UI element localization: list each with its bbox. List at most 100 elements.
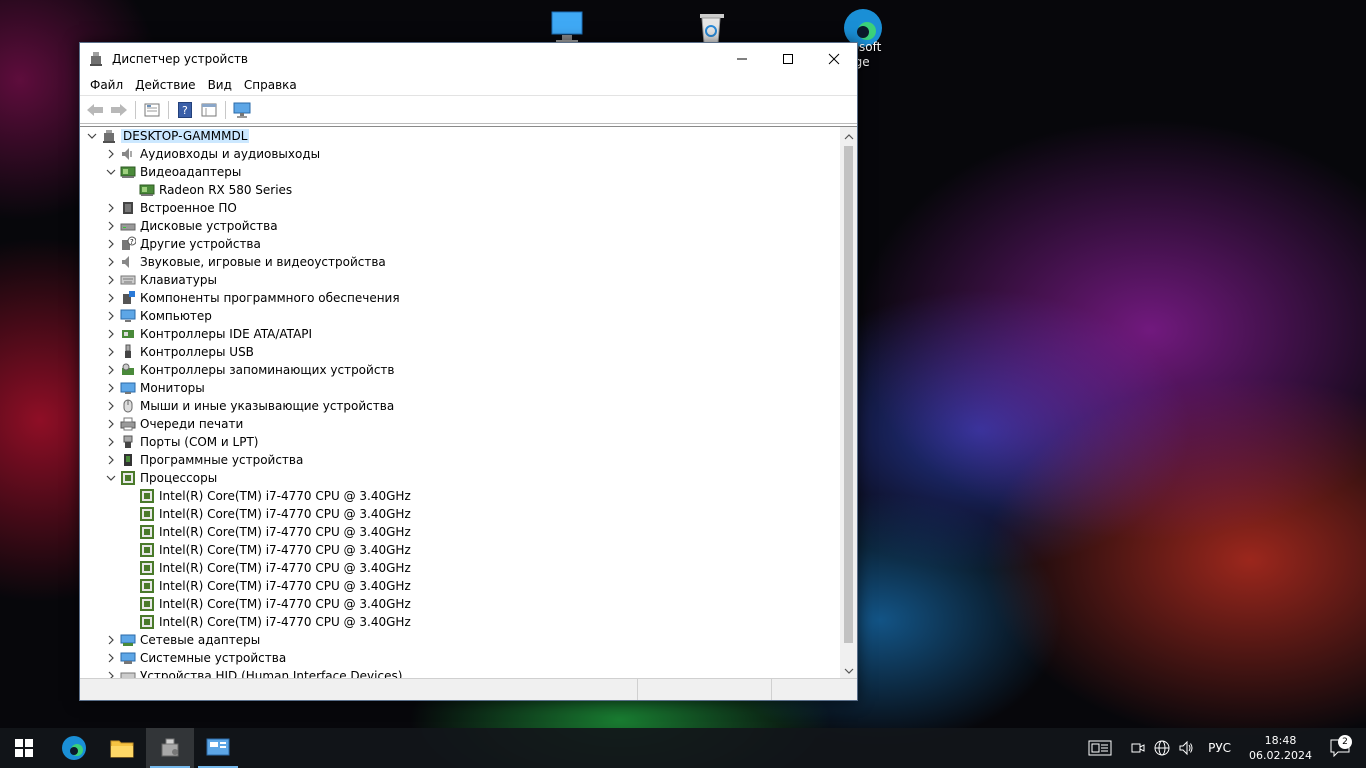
- action-center-button[interactable]: 2: [1320, 735, 1360, 757]
- tree-category[interactable]: Клавиатуры: [80, 271, 840, 289]
- tree-device[interactable]: Intel(R) Core(TM) i7-4770 CPU @ 3.40GHz: [80, 505, 840, 523]
- chevron-down-icon[interactable]: [105, 469, 117, 487]
- chevron-right-icon[interactable]: [105, 235, 117, 253]
- chevron-right-icon[interactable]: [105, 649, 117, 667]
- system-device-icon: [120, 650, 136, 666]
- tree-device[interactable]: Intel(R) Core(TM) i7-4770 CPU @ 3.40GHz: [80, 559, 840, 577]
- display-adapter-icon: [120, 164, 136, 180]
- taskbar-edge[interactable]: [50, 728, 98, 768]
- scroll-down-button[interactable]: [840, 662, 857, 679]
- view-button[interactable]: [198, 99, 220, 121]
- scrollbar-thumb[interactable]: [844, 146, 853, 643]
- forward-button[interactable]: [108, 99, 130, 121]
- chevron-right-icon[interactable]: [105, 397, 117, 415]
- tree-category[interactable]: Контроллеры запоминающих устройств: [80, 361, 840, 379]
- menu-action[interactable]: Действие: [129, 78, 201, 92]
- device-manager-window: Диспетчер устройств Файл Действие Вид Сп…: [79, 42, 858, 701]
- close-button[interactable]: [811, 43, 857, 74]
- processor-icon: [139, 506, 155, 522]
- chevron-right-icon[interactable]: [105, 343, 117, 361]
- tree-category[interactable]: Контроллеры USB: [80, 343, 840, 361]
- scan-hardware-button[interactable]: [231, 99, 253, 121]
- desktop-icon-recycle-bin[interactable]: [673, 6, 749, 46]
- tree-category[interactable]: Процессоры: [80, 469, 840, 487]
- tree-category[interactable]: Порты (COM и LPT): [80, 433, 840, 451]
- properties-button[interactable]: [141, 99, 163, 121]
- minimize-icon: [737, 58, 747, 59]
- chevron-down-icon[interactable]: [86, 127, 98, 145]
- tree-device[interactable]: Intel(R) Core(TM) i7-4770 CPU @ 3.40GHz: [80, 595, 840, 613]
- port-icon: [120, 434, 136, 450]
- device-manager-icon: [161, 738, 179, 757]
- tree-device[interactable]: Intel(R) Core(TM) i7-4770 CPU @ 3.40GHz: [80, 577, 840, 595]
- volume-button[interactable]: [1174, 740, 1198, 756]
- chevron-right-icon[interactable]: [105, 379, 117, 397]
- chevron-right-icon[interactable]: [105, 433, 117, 451]
- tree-category[interactable]: Аудиовходы и аудиовыходы: [80, 145, 840, 163]
- tree-category[interactable]: Программные устройства: [80, 451, 840, 469]
- tree-device[interactable]: Intel(R) Core(TM) i7-4770 CPU @ 3.40GHz: [80, 487, 840, 505]
- tree-category[interactable]: Контроллеры IDE ATA/ATAPI: [80, 325, 840, 343]
- taskbar-file-explorer[interactable]: [98, 728, 146, 768]
- network-button[interactable]: [1150, 740, 1174, 756]
- chevron-right-icon[interactable]: [105, 415, 117, 433]
- tree-category[interactable]: Звуковые, игровые и видеоустройства: [80, 253, 840, 271]
- chevron-right-icon[interactable]: [105, 289, 117, 307]
- tree-device[interactable]: Radeon RX 580 Series: [80, 181, 840, 199]
- chevron-right-icon[interactable]: [105, 217, 117, 235]
- clock[interactable]: 18:48 06.02.2024: [1241, 733, 1320, 763]
- help-button[interactable]: ?: [174, 99, 196, 121]
- chevron-right-icon[interactable]: [105, 325, 117, 343]
- menu-view[interactable]: Вид: [202, 78, 238, 92]
- tree-item-label: Дисковые устройства: [140, 219, 278, 233]
- news-widget-button[interactable]: [1082, 740, 1118, 756]
- tree-category[interactable]: Системные устройства: [80, 649, 840, 667]
- maximize-button[interactable]: [765, 43, 811, 74]
- tree-item-label: Контроллеры IDE ATA/ATAPI: [140, 327, 313, 341]
- status-bar: [80, 678, 857, 700]
- menu-help[interactable]: Справка: [238, 78, 303, 92]
- chevron-right-icon[interactable]: [105, 361, 117, 379]
- meet-now-button[interactable]: [1126, 741, 1150, 755]
- taskbar-device-manager[interactable]: [146, 728, 194, 768]
- tree-category[interactable]: Видеоадаптеры: [80, 163, 840, 181]
- chevron-down-icon[interactable]: [105, 163, 117, 181]
- tree-category[interactable]: Сетевые адаптеры: [80, 631, 840, 649]
- tree-item-label: Radeon RX 580 Series: [159, 183, 293, 197]
- scroll-up-button[interactable]: [840, 128, 857, 145]
- tree-device[interactable]: Intel(R) Core(TM) i7-4770 CPU @ 3.40GHz: [80, 523, 840, 541]
- chevron-right-icon[interactable]: [105, 631, 117, 649]
- input-language-indicator[interactable]: РУС: [1198, 741, 1241, 755]
- tree-category[interactable]: Компоненты программного обеспечения: [80, 289, 840, 307]
- back-button[interactable]: [84, 99, 106, 121]
- minimize-button[interactable]: [719, 43, 765, 74]
- tree-device[interactable]: Intel(R) Core(TM) i7-4770 CPU @ 3.40GHz: [80, 613, 840, 631]
- chevron-right-icon[interactable]: [105, 145, 117, 163]
- tree-root[interactable]: DESKTOP-GAMMMDL: [80, 127, 840, 145]
- keyboard-icon: [120, 272, 136, 288]
- chevron-right-icon[interactable]: [105, 199, 117, 217]
- tree-item-label: Intel(R) Core(TM) i7-4770 CPU @ 3.40GHz: [159, 615, 411, 629]
- toolbar-separator: [225, 100, 226, 119]
- tree-category[interactable]: Мониторы: [80, 379, 840, 397]
- tree-category[interactable]: Очереди печати: [80, 415, 840, 433]
- taskbar-control-panel[interactable]: [194, 728, 242, 768]
- tree-item-label: Intel(R) Core(TM) i7-4770 CPU @ 3.40GHz: [159, 561, 411, 575]
- start-button[interactable]: [0, 728, 48, 768]
- title-bar[interactable]: Диспетчер устройств: [80, 43, 857, 74]
- tree-device[interactable]: Intel(R) Core(TM) i7-4770 CPU @ 3.40GHz: [80, 541, 840, 559]
- tree-category[interactable]: ? Другие устройства: [80, 235, 840, 253]
- tree-category[interactable]: Мыши и иные указывающие устройства: [80, 397, 840, 415]
- menu-bar: Файл Действие Вид Справка: [80, 74, 857, 96]
- chevron-right-icon[interactable]: [105, 271, 117, 289]
- tree-category[interactable]: Встроенное ПО: [80, 199, 840, 217]
- back-icon: [87, 103, 103, 116]
- menu-file[interactable]: Файл: [84, 78, 129, 92]
- tree-category[interactable]: Компьютер: [80, 307, 840, 325]
- chevron-right-icon[interactable]: [105, 307, 117, 325]
- vertical-scrollbar[interactable]: [840, 127, 857, 679]
- chevron-right-icon[interactable]: [105, 253, 117, 271]
- tree-category[interactable]: Дисковые устройства: [80, 217, 840, 235]
- chevron-right-icon[interactable]: [105, 451, 117, 469]
- processor-icon: [139, 524, 155, 540]
